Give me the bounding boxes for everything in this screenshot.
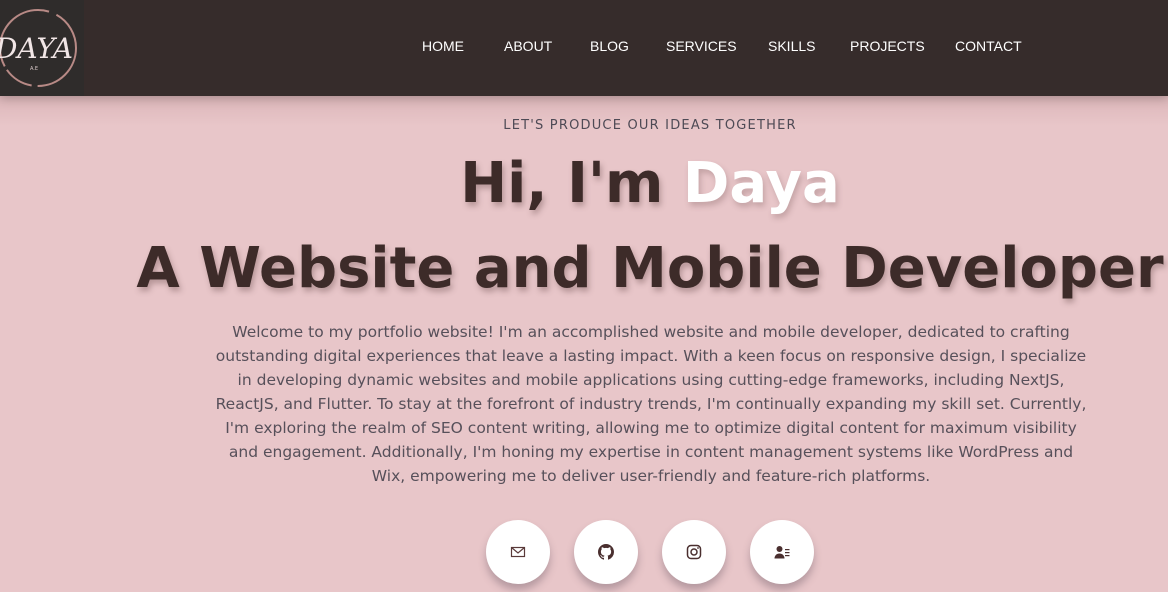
greeting-name: Daya	[682, 151, 840, 216]
instagram-icon	[686, 544, 702, 560]
navbar: DAYA A.E HOME ABOUT BLOG SERVICES SKILLS…	[0, 0, 1168, 96]
social-links	[486, 520, 814, 584]
logo-emblem-icon: DAYA A.E	[0, 9, 77, 87]
nav-contact[interactable]: CONTACT	[955, 38, 1022, 54]
resume-button[interactable]	[750, 520, 814, 584]
nav-blog[interactable]: BLOG	[590, 38, 629, 54]
nav-services[interactable]: SERVICES	[666, 38, 737, 54]
bio-paragraph: Welcome to my portfolio website! I'm an …	[215, 323, 1087, 485]
logo-subtext: A.E	[30, 66, 38, 72]
role-heading: A Website and Mobile Developer	[136, 236, 1164, 301]
envelope-icon	[510, 546, 526, 558]
tagline: LET'S PRODUCE OUR IDEAS TOGETHER	[503, 118, 797, 133]
github-button[interactable]	[574, 520, 638, 584]
logo-text: DAYA	[0, 32, 73, 65]
greeting-heading: Hi, I'm Daya	[0, 151, 1168, 216]
nav-projects[interactable]: PROJECTS	[850, 38, 925, 54]
nav-home[interactable]: HOME	[422, 38, 464, 54]
hero-section: LET'S PRODUCE OUR IDEAS TOGETHER Hi, I'm…	[0, 96, 1168, 592]
nav-skills[interactable]: SKILLS	[768, 38, 815, 54]
instagram-button[interactable]	[662, 520, 726, 584]
github-icon	[598, 544, 614, 560]
contact-card-icon	[774, 546, 790, 559]
email-button[interactable]	[486, 520, 550, 584]
logo[interactable]: DAYA A.E	[0, 0, 84, 96]
nav-about[interactable]: ABOUT	[504, 38, 552, 54]
greeting-prefix: Hi, I'm	[460, 151, 683, 216]
